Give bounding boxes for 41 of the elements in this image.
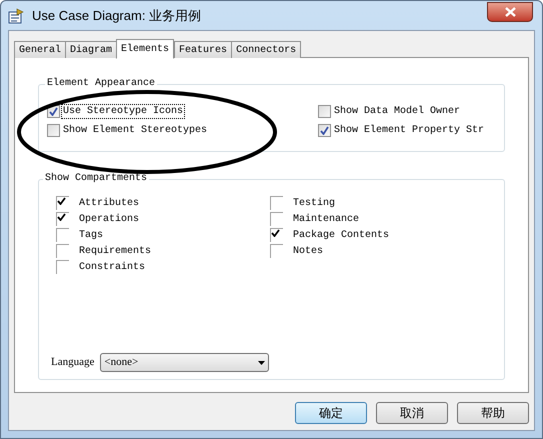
checkbox-label: Tags	[79, 228, 104, 242]
language-label: Language	[51, 355, 94, 370]
checkbox[interactable]	[56, 244, 69, 258]
checkbox[interactable]	[56, 228, 69, 242]
checkbox[interactable]	[56, 212, 69, 226]
tab[interactable]: Elements	[116, 39, 174, 59]
tab[interactable]: Connectors	[231, 41, 302, 58]
checkbox[interactable]	[47, 124, 60, 136]
check-icon	[271, 229, 280, 237]
check-icon	[320, 126, 329, 134]
window-title: Use Case Diagram: 业务用例	[32, 6, 202, 25]
checkbox-label: Use Stereotype Icons	[62, 104, 184, 118]
checkbox-label: Show Element Stereotypes	[62, 124, 208, 136]
dialog-button[interactable]: 帮助	[457, 402, 529, 424]
dropdown-arrow-icon	[258, 360, 266, 364]
dialog-button[interactable]: 确定	[295, 402, 367, 424]
checkbox-label: Maintenance	[293, 212, 360, 226]
checkbox-label: Show Element Property Str	[333, 124, 486, 136]
checkbox[interactable]	[318, 104, 331, 118]
checkbox-label: Requirements	[79, 244, 152, 258]
checkbox[interactable]	[270, 212, 283, 226]
tab[interactable]: Diagram	[65, 41, 118, 58]
tab[interactable]: Features	[174, 41, 232, 58]
checkbox-label: Attributes	[79, 196, 140, 210]
checkbox-label: Constraints	[79, 260, 146, 274]
language-dropdown[interactable]: <none>	[100, 353, 270, 372]
checkbox[interactable]	[270, 228, 283, 242]
dialog-button[interactable]: 取消	[376, 402, 448, 424]
checkbox-label: Show Data Model Owner	[333, 104, 462, 118]
checkbox-label: Operations	[79, 212, 140, 226]
checkbox[interactable]	[56, 196, 69, 210]
checkbox[interactable]	[318, 124, 331, 136]
checkbox-label: Notes	[293, 244, 324, 258]
checkbox-label: Testing	[293, 196, 336, 210]
checkbox[interactable]	[270, 196, 283, 210]
app-icon	[8, 8, 26, 24]
close-icon	[504, 7, 516, 17]
checkbox-label: Package Contents	[293, 228, 390, 242]
check-icon	[49, 106, 58, 116]
tab[interactable]: General	[14, 41, 66, 58]
close-button[interactable]	[487, 2, 533, 22]
